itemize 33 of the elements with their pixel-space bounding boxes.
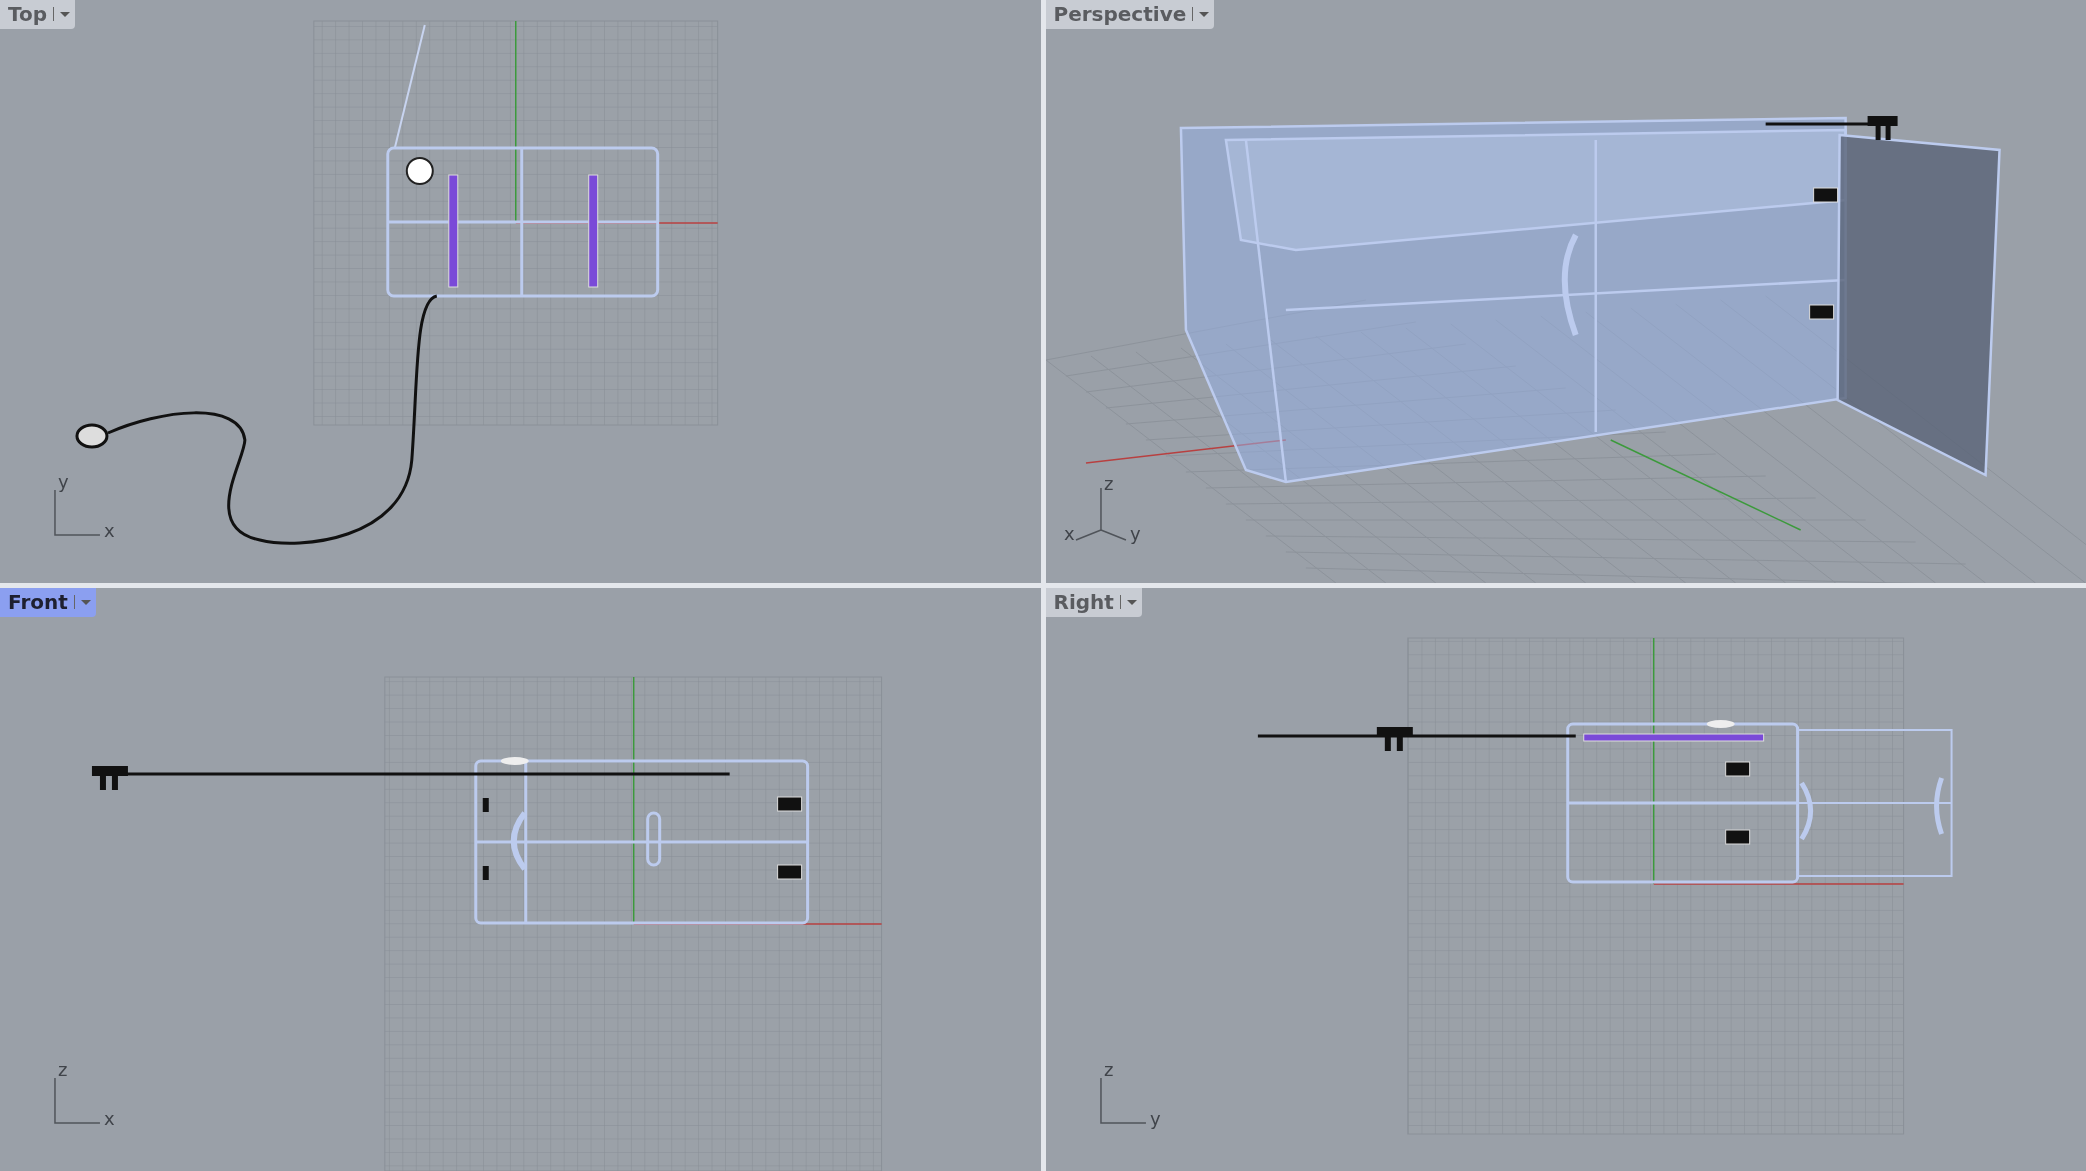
plug-icon: [75, 423, 109, 449]
axis-label: y: [57, 471, 69, 492]
axis-label: y: [1149, 1108, 1161, 1129]
axis-label: z: [1103, 473, 1113, 494]
viewport-tab[interactable]: Front: [0, 588, 96, 617]
hinge-icon: [482, 866, 489, 880]
axis-label: x: [103, 1108, 115, 1129]
caret-icon[interactable]: [1192, 7, 1211, 21]
caret-icon[interactable]: [1119, 595, 1138, 609]
axis-icon: [1099, 1077, 1147, 1124]
hinge-icon: [482, 798, 489, 812]
axis-label: z: [1103, 1059, 1113, 1080]
hinge-icon: [1724, 829, 1750, 845]
hinge-icon: [1724, 761, 1750, 777]
hinge-icon: [1812, 187, 1838, 203]
hinge-icon: [1808, 304, 1834, 320]
axis-label: x: [1063, 523, 1075, 544]
axis-icon: [54, 1077, 101, 1124]
switch-icon: [500, 757, 529, 765]
hinge-icon: [777, 864, 803, 880]
axis-label: x: [103, 520, 115, 541]
caret-icon[interactable]: [73, 595, 92, 609]
viewport-tab[interactable]: Top: [0, 0, 76, 29]
axis-label: y: [1129, 523, 1141, 544]
plug-icon: [1765, 116, 1898, 140]
plug-icon: [1376, 727, 1413, 751]
axis-label: z: [57, 1059, 68, 1080]
plug-icon: [91, 766, 128, 790]
switch-icon: [1706, 720, 1735, 728]
viewport-tab[interactable]: Right: [1045, 588, 1142, 617]
hinge-icon: [777, 796, 803, 812]
viewport-tab[interactable]: Perspective: [1045, 0, 1215, 29]
caret-icon[interactable]: [53, 7, 72, 21]
